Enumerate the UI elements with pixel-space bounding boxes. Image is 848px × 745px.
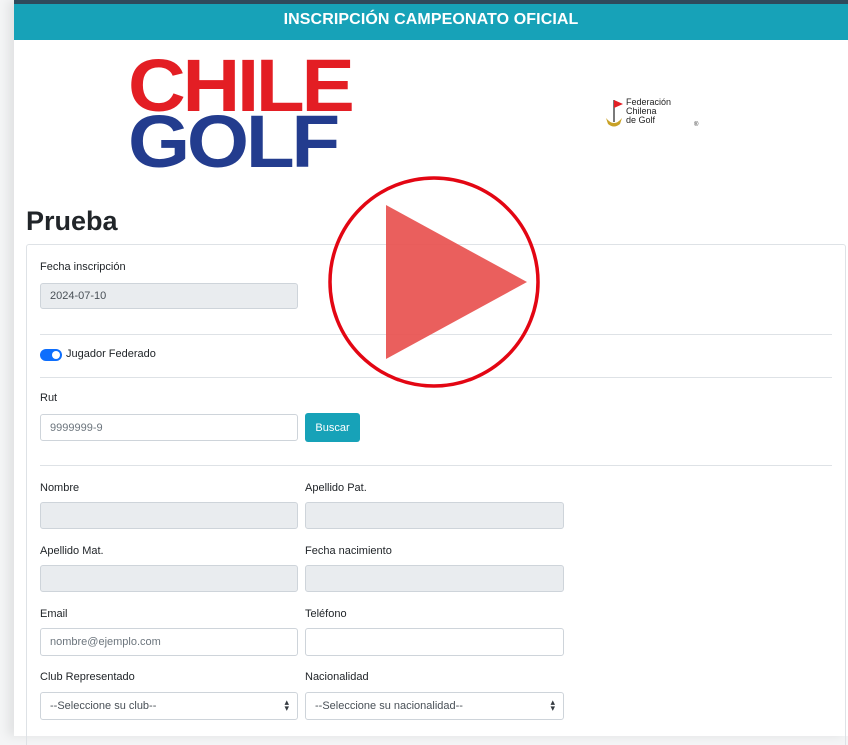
federacion-logo: Federación Chilena de Golf ® <box>604 96 704 136</box>
buscar-button[interactable]: Buscar <box>305 413 360 442</box>
header-title: INSCRIPCIÓN CAMPEONATO OFICIAL <box>283 11 579 28</box>
fecha-nacimiento-input[interactable] <box>305 565 564 592</box>
apellido-mat-input[interactable] <box>40 565 298 592</box>
rut-label: Rut <box>40 392 58 404</box>
fecha-inscripcion-label: Fecha inscripción <box>40 261 126 273</box>
fecha-nacimiento-label: Fecha nacimiento <box>305 545 392 557</box>
email-label: Email <box>40 608 68 620</box>
nombre-label: Nombre <box>40 482 80 494</box>
divider <box>40 465 832 466</box>
apellido-mat-label: Apellido Mat. <box>40 545 104 557</box>
club-select[interactable]: --Seleccione su club-- ▴ ▾ <box>40 692 298 720</box>
jugador-federado-switch[interactable] <box>40 349 62 361</box>
club-label: Club Representado <box>40 671 135 683</box>
nacionalidad-select[interactable]: --Seleccione su nacionalidad-- ▴ ▾ <box>305 692 564 720</box>
select-caret-icon: ▴ ▾ <box>550 697 555 713</box>
telefono-input[interactable] <box>305 628 564 656</box>
chile-golf-logo: CHILE GOLF <box>128 44 355 183</box>
nacionalidad-label: Nacionalidad <box>305 671 369 683</box>
fecha-inscripcion-input[interactable]: 2024-07-10 <box>40 283 298 309</box>
jugador-federado-label: Jugador Federado <box>66 348 156 360</box>
telefono-label: Teléfono <box>305 608 347 620</box>
golf-flag-icon <box>606 100 623 127</box>
email-input[interactable]: nombre@ejemplo.com <box>40 628 298 656</box>
header-bar: INSCRIPCIÓN CAMPEONATO OFICIAL <box>14 0 848 40</box>
play-icon[interactable] <box>328 175 542 391</box>
page-title: Prueba <box>26 206 118 236</box>
apellido-pat-label: Apellido Pat. <box>305 482 367 494</box>
rut-input[interactable]: 9999999-9 <box>40 414 298 441</box>
select-caret-icon: ▴ ▾ <box>284 697 289 713</box>
nombre-input[interactable] <box>40 502 298 529</box>
apellido-pat-input[interactable] <box>305 502 564 529</box>
